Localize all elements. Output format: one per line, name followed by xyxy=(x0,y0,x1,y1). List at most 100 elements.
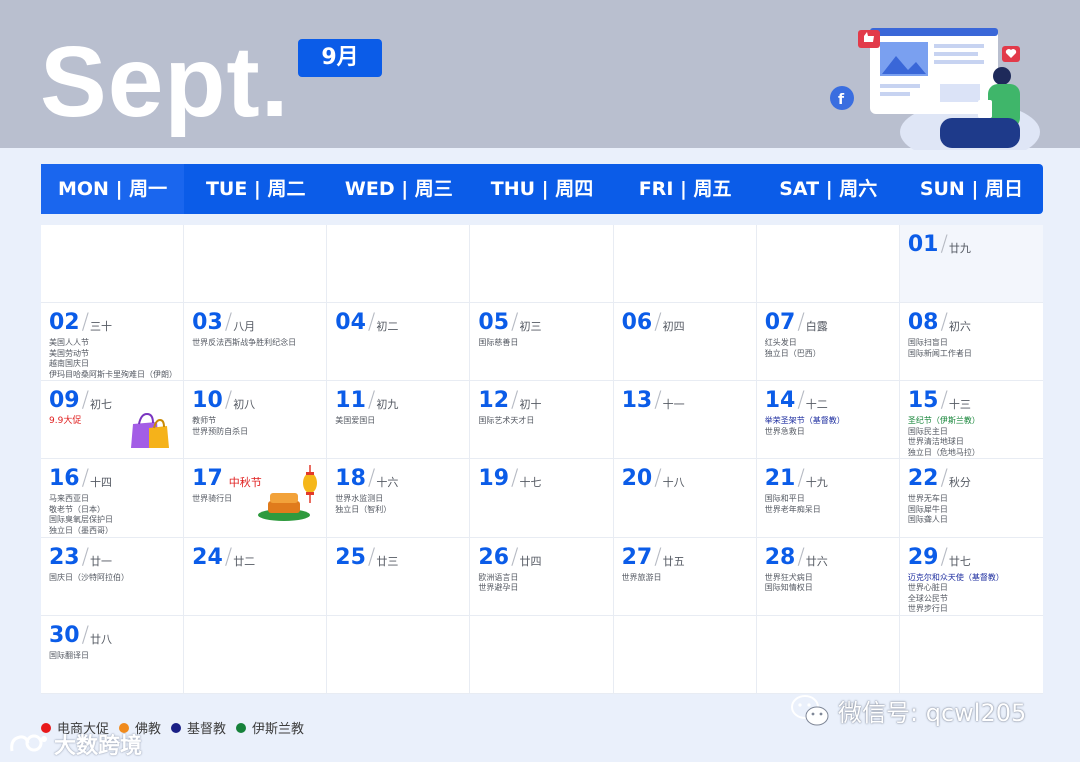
lunar-date: 廿一 xyxy=(90,554,113,568)
day-number: 12 xyxy=(478,388,510,414)
lunar-date: 廿二 xyxy=(233,554,256,568)
day-cell-13[interactable]: 13/十一 xyxy=(613,381,757,460)
lunar-date: 三十 xyxy=(90,320,113,334)
day-cell-07[interactable]: 07/白露 红头发日 独立日（巴西） xyxy=(756,303,900,382)
event-label: 独立日（墨西哥） xyxy=(49,525,113,535)
day-cell-01[interactable]: 01/廿九 xyxy=(899,225,1043,304)
event-label: 马来西亚日 xyxy=(49,494,89,504)
weekday-sat: SAT | 周六 xyxy=(779,178,878,200)
lunar-date: 八月 xyxy=(233,320,256,334)
event-label: 美国爱国日 xyxy=(335,416,376,426)
empty-day-cell xyxy=(756,225,900,304)
day-number: 09 xyxy=(49,388,80,414)
day-cell-05[interactable]: 05/初三 国际慈善日 xyxy=(470,303,614,382)
day-number: 15 xyxy=(907,388,939,414)
event-label: 全球公民节 xyxy=(907,593,948,603)
empty-day-cell xyxy=(613,615,757,694)
day-number: 08 xyxy=(907,310,939,336)
day-cell-24[interactable]: 24/廿二 xyxy=(184,537,328,616)
empty-day-cell xyxy=(184,225,328,304)
event-label: 红头发日 xyxy=(764,338,797,348)
lunar-date: 廿五 xyxy=(662,554,685,568)
event-label: 国际臭氧层保护日 xyxy=(49,515,113,525)
event-label: 美国人人节 xyxy=(49,338,89,348)
day-number: 20 xyxy=(621,466,653,492)
lunar-date: 十三 xyxy=(948,398,971,412)
day-cell-28[interactable]: 28/廿六 世界狂犬病日 国际知情权日 xyxy=(756,537,900,616)
lunar-date: 初十 xyxy=(519,398,542,412)
social-media-illustration: f xyxy=(830,28,1040,150)
empty-day-cell xyxy=(184,615,328,694)
day-number: 03 xyxy=(192,310,223,336)
event-label: 世界旅游日 xyxy=(621,572,662,582)
day-number: 28 xyxy=(764,544,796,570)
weekday-wed: WED | 周三 xyxy=(344,178,453,200)
lunar-date: 十一 xyxy=(662,398,685,412)
event-label: 伊玛目哈桑阿斯卡里殉难日（伊朗） xyxy=(49,369,177,379)
month-title: Sept. xyxy=(40,26,290,138)
day-cell-21[interactable]: 21/十九 国际和平日 世界老年痴呆日 xyxy=(756,459,900,538)
calendar-grid: 01/廿九 02/三十 美国人人节 美国劳动节 越南国庆日 伊玛目哈桑阿斯卡里殉… xyxy=(41,225,1043,694)
day-number: 14 xyxy=(764,388,796,414)
weekday-tue: TUE | 周二 xyxy=(205,178,306,200)
day-number: 23 xyxy=(49,544,80,570)
day-cell-18[interactable]: 18/十六 世界水监测日 独立日（智利） xyxy=(327,459,471,538)
day-cell-19[interactable]: 19/十七 xyxy=(470,459,614,538)
lunar-date: 初四 xyxy=(662,320,685,334)
day-cell-12[interactable]: 12/初十 国际艺术天才日 xyxy=(470,381,614,460)
day-cell-10[interactable]: 10/初八 教师节 世界预防自杀日 xyxy=(184,381,328,460)
event-label: 国际知情权日 xyxy=(764,583,813,593)
wechat-icon xyxy=(791,694,829,725)
lunar-date: 初八 xyxy=(233,398,256,412)
day-cell-20[interactable]: 20/十八 xyxy=(613,459,757,538)
event-label: 国际和平日 xyxy=(764,494,805,504)
day-cell-16[interactable]: 16/十四 马来西亚日 敬老节（日本） 国际臭氧层保护日 独立日（墨西哥） xyxy=(41,459,185,538)
event-label: 国际艺术天才日 xyxy=(478,416,535,426)
event-label: 国际慈善日 xyxy=(478,338,519,348)
day-cell-17[interactable]: 17 中秋节 世界骑行日 xyxy=(184,459,328,538)
day-cell-30[interactable]: 30/廿八 国际翻译日 xyxy=(41,615,185,694)
lunar-date: 十八 xyxy=(662,476,685,490)
event-label: 世界避孕日 xyxy=(478,583,519,593)
day-number: 06 xyxy=(621,310,653,336)
lunar-date: 白露 xyxy=(805,320,828,334)
day-cell-23[interactable]: 23/廿一 国庆日（沙特阿拉伯） xyxy=(41,537,185,616)
weekday-header: MON | 周一 TUE | 周二 WED | 周三 THU | 周四 FRI … xyxy=(41,164,1043,214)
event-label: 世界预防自杀日 xyxy=(192,426,249,436)
weekday-fri: FRI | 周五 xyxy=(638,178,732,200)
lunar-date: 十六 xyxy=(376,476,399,490)
empty-day-cell xyxy=(41,225,185,304)
day-cell-27[interactable]: 27/廿五 世界旅游日 xyxy=(613,537,757,616)
day-cell-25[interactable]: 25/廿三 xyxy=(327,537,471,616)
empty-day-cell xyxy=(327,225,471,304)
event-label: 世界水监测日 xyxy=(335,494,384,504)
day-number: 21 xyxy=(764,466,796,492)
day-cell-14[interactable]: 14/十二 举荣圣架节（基督教） 世界急救日 xyxy=(756,381,900,460)
day-number: 18 xyxy=(335,466,366,492)
watermark-right: 微信号: qcwl205 xyxy=(790,693,1026,728)
day-cell-02[interactable]: 02/三十 美国人人节 美国劳动节 越南国庆日 伊玛目哈桑阿斯卡里殉难日（伊朗） xyxy=(41,303,185,382)
lunar-date: 廿七 xyxy=(948,554,971,568)
day-cell-22[interactable]: 22/秋分 世界无车日 国际犀牛日 国际聋人日 xyxy=(899,459,1043,538)
day-cell-08[interactable]: 08/初六 国际扫盲日 国际新闻工作者日 xyxy=(899,303,1043,382)
day-number: 01 xyxy=(907,232,939,257)
day-cell-09[interactable]: 09/初七 9.9大促 xyxy=(41,381,185,460)
day-number: 25 xyxy=(335,544,366,570)
day-number: 19 xyxy=(478,466,510,492)
day-cell-15[interactable]: 15/十三 圣纪节（伊斯兰教） 国际民主日 世界清洁地球日 独立日（危地马拉） xyxy=(899,381,1043,460)
event-label: 世界老年痴呆日 xyxy=(764,504,821,514)
day-cell-06[interactable]: 06/初四 xyxy=(613,303,757,382)
day-cell-11[interactable]: 11/初九 美国爱国日 xyxy=(327,381,471,460)
mooncake-lantern-icon xyxy=(258,465,318,522)
lunar-date: 廿四 xyxy=(519,554,542,568)
event-label: 独立日（巴西） xyxy=(764,348,821,358)
lunar-date: 廿八 xyxy=(90,632,113,646)
day-cell-03[interactable]: 03/八月 世界反法西斯战争胜利纪念日 xyxy=(184,303,328,382)
day-cell-29[interactable]: 29/廿七 迈克尔和众天使（基督教） 世界心脏日 全球公民节 世界步行日 xyxy=(899,538,1043,616)
lunar-date: 初六 xyxy=(948,320,971,334)
day-cell-04[interactable]: 04/初二 xyxy=(327,303,471,382)
day-number: 29 xyxy=(907,544,939,570)
empty-day-cell xyxy=(756,615,900,694)
event-label: 国庆日（沙特阿拉伯） xyxy=(49,572,129,582)
day-cell-26[interactable]: 26/廿四 欧洲语言日 世界避孕日 xyxy=(470,537,614,616)
